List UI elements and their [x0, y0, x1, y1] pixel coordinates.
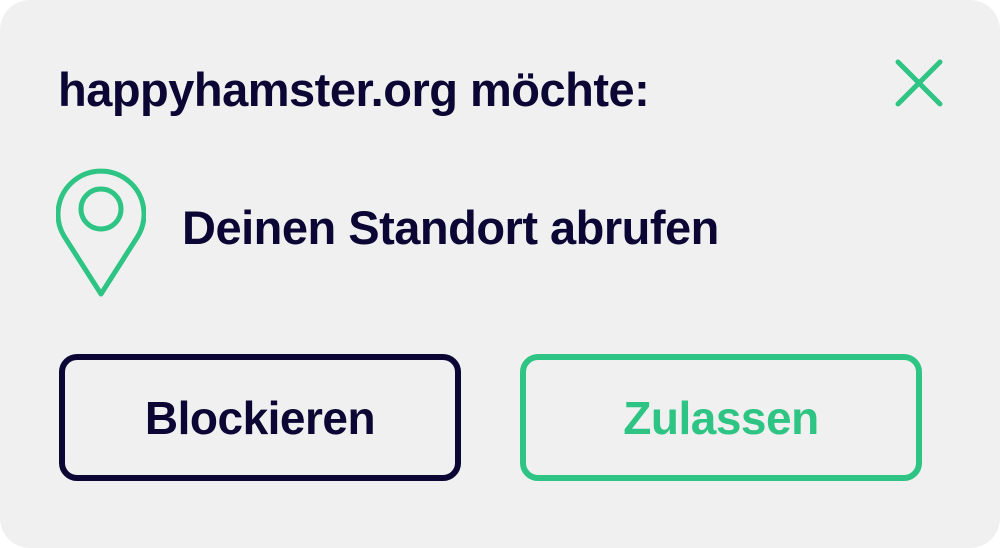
location-pin-icon — [56, 168, 146, 297]
allow-button[interactable]: Zulassen — [520, 354, 922, 481]
close-button[interactable] — [892, 56, 946, 110]
dialog-title: happyhamster.org möchte: — [58, 63, 650, 116]
permission-text: Deinen Standort abrufen — [182, 201, 719, 254]
permission-row: Deinen Standort abrufen — [56, 166, 936, 298]
permission-dialog: happyhamster.org möchte: Deinen Standort… — [0, 0, 1000, 548]
block-button[interactable]: Blockieren — [59, 354, 461, 481]
close-icon — [895, 59, 943, 107]
